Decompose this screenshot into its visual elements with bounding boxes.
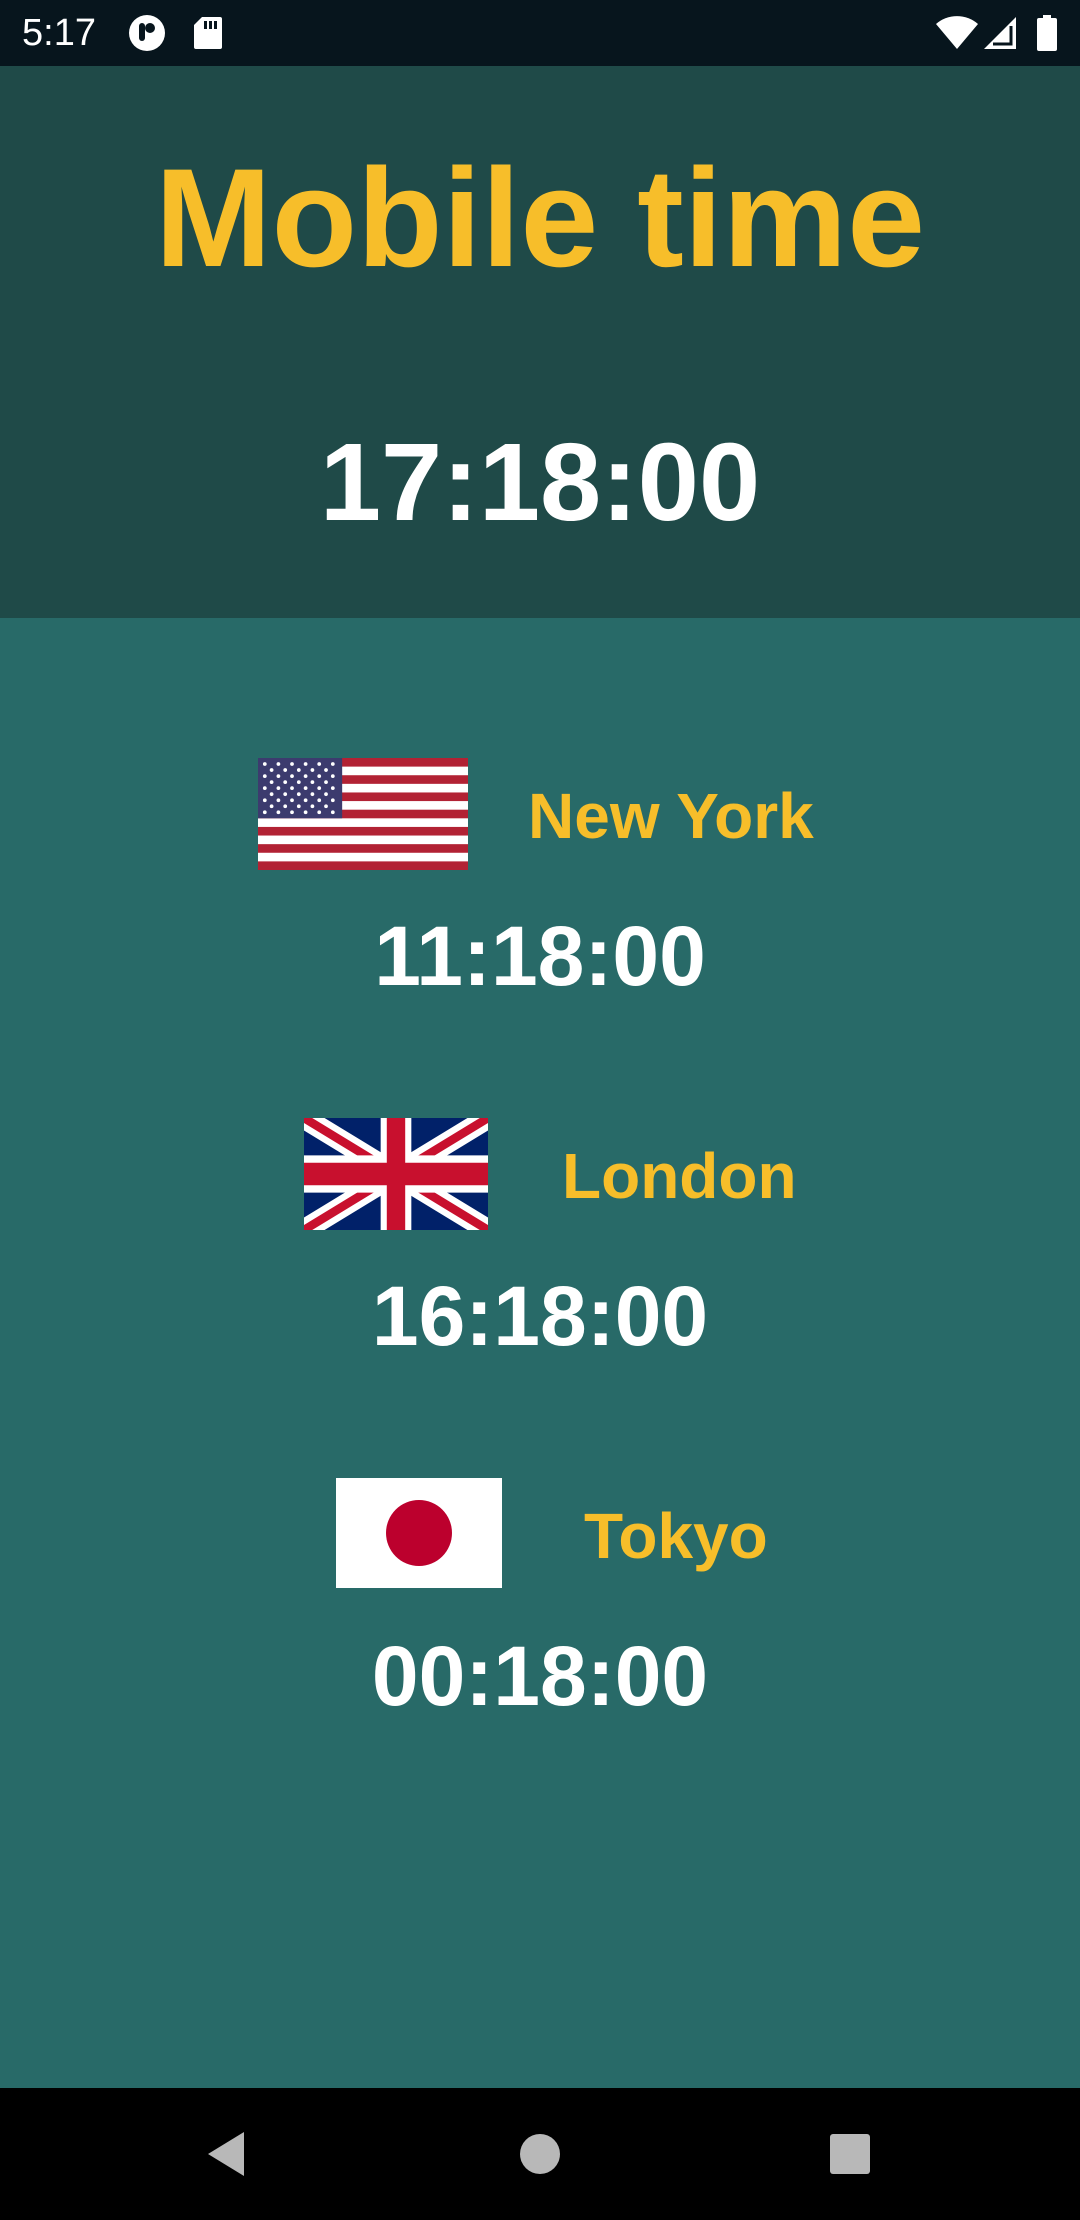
- notification-app-icon: [126, 0, 168, 66]
- city-name-new-york: New York: [528, 780, 814, 852]
- battery-icon: [1034, 0, 1060, 66]
- sd-card-icon: [190, 0, 226, 66]
- japan-flag-icon: [336, 1478, 502, 1588]
- back-button[interactable]: [166, 2088, 286, 2220]
- city-name-london: London: [562, 1140, 797, 1212]
- local-time-clock: 17:18:00: [319, 421, 761, 544]
- status-time: 5:17: [22, 12, 96, 54]
- status-bar: 5:17: [0, 0, 1080, 66]
- wifi-icon: [934, 0, 980, 66]
- city-name-tokyo: Tokyo: [584, 1500, 768, 1572]
- app-screen: 5:17 Mobile time 17:18:00 New York 11:18…: [0, 0, 1080, 2220]
- app-title: Mobile time: [154, 139, 926, 296]
- recents-button[interactable]: [790, 2088, 910, 2220]
- us-flag-icon: [258, 758, 468, 870]
- city-time-london: 16:18:00: [371, 1269, 709, 1363]
- back-icon: [208, 2132, 244, 2176]
- home-button[interactable]: [480, 2088, 600, 2220]
- navigation-bar: [0, 2088, 1080, 2220]
- recents-icon: [830, 2134, 870, 2174]
- city-time-new-york: 11:18:00: [374, 909, 706, 1003]
- home-icon: [520, 2134, 560, 2174]
- uk-flag-icon: [304, 1118, 488, 1230]
- cell-signal-icon: [982, 0, 1018, 66]
- city-time-tokyo: 00:18:00: [371, 1629, 709, 1723]
